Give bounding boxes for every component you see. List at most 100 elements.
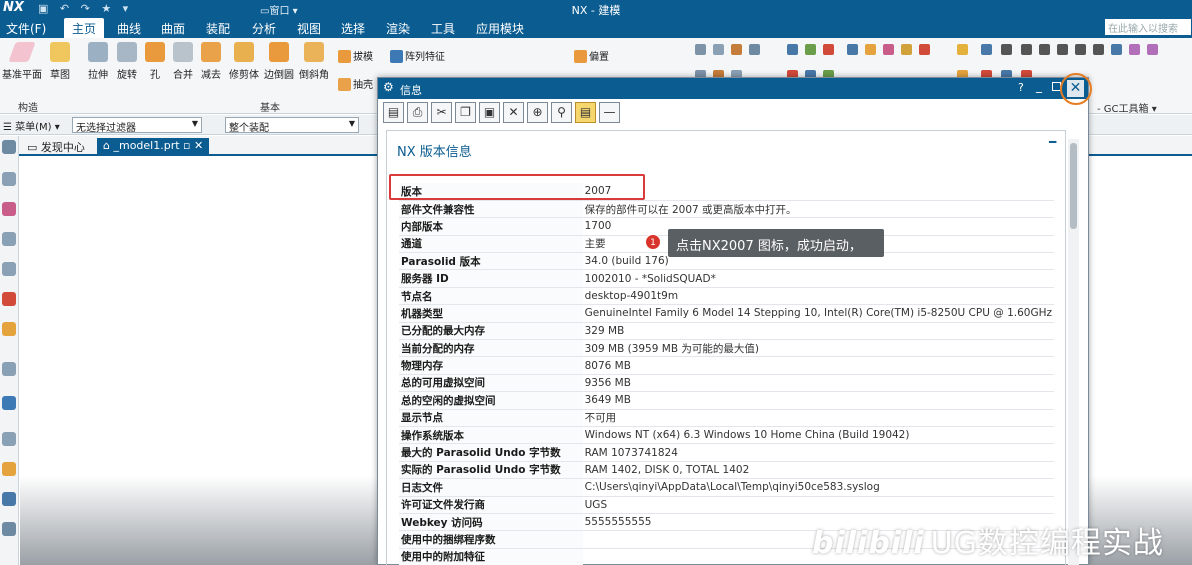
find-icon[interactable]: ⊕ <box>527 102 548 123</box>
web-browser-icon[interactable] <box>2 362 16 376</box>
extrude-label: 拉伸 <box>88 70 108 81</box>
constraint-navigator-icon[interactable] <box>2 232 16 246</box>
info-row: 总的空闲的虚拟空间 3649 MB <box>399 391 1054 410</box>
info-value: 1002010 - *SolidSQUAD* <box>582 269 1054 288</box>
roles-icon[interactable] <box>2 522 16 536</box>
part-navigator-icon[interactable] <box>2 172 16 186</box>
title-bar: NX ▣ ↶ ↷ ★ ▾ ▭窗口 ▾ NX - 建模 <box>0 0 1192 17</box>
tab-surface[interactable]: 曲面 <box>161 20 185 37</box>
info-key: 当前分配的内存 <box>399 339 583 358</box>
delete-icon[interactable]: ✕ <box>503 102 524 123</box>
file-menu[interactable]: 文件(F) <box>6 20 46 37</box>
assembly-navigator-icon[interactable] <box>2 202 16 216</box>
menu-button[interactable]: ☰ 菜单(M) ▾ <box>3 118 60 133</box>
globe-icon[interactable] <box>2 396 16 410</box>
part-icon[interactable] <box>2 262 16 276</box>
dialog-title-bar[interactable]: ⚙ 信息 ? _ ✕ <box>378 78 1088 99</box>
tab-model1-part[interactable]: ⌂ _model1.prt ▫ ✕ <box>97 138 210 155</box>
chamfer-button[interactable]: 倒斜角 <box>298 42 330 81</box>
info-key: 节点名 <box>399 287 583 306</box>
help-button[interactable]: ? <box>1018 81 1024 94</box>
info-key: 显示节点 <box>399 409 583 427</box>
tab-view[interactable]: 视图 <box>297 20 321 37</box>
gear-icon: ⚙ <box>383 80 394 94</box>
trim-body-button[interactable]: 修剪体 <box>228 42 260 81</box>
info-key: 物理内存 <box>399 356 583 375</box>
datum-plane-label: 基准平面 <box>2 70 42 81</box>
info-row: 总的可用虚拟空间 9356 MB <box>399 374 1054 393</box>
tab-render[interactable]: 渲染 <box>386 20 410 37</box>
info-value: 不可用 <box>582 409 1054 427</box>
draft-button[interactable]: 拔模 <box>338 48 373 63</box>
collapse-section-icon[interactable]: ━ <box>1049 135 1056 149</box>
system-materials-icon[interactable] <box>2 462 16 476</box>
close-icon[interactable]: ✕ <box>194 139 203 152</box>
document-icon[interactable]: ▤ <box>575 102 596 123</box>
save-icon[interactable]: ▤ <box>383 102 404 123</box>
paste-icon[interactable]: ▣ <box>479 102 500 123</box>
tab-select[interactable]: 选择 <box>341 20 365 37</box>
info-key: 通道 <box>399 235 583 254</box>
group-construct: 构造 <box>18 103 38 114</box>
hole-icon <box>145 42 165 62</box>
info-row: 最大的 Parasolid Undo 字节数 RAM 1073741824 <box>399 443 1054 462</box>
watermark-text: UG数控编程实战 <box>930 526 1164 561</box>
sketch-label: 草图 <box>50 70 70 81</box>
draft-icon <box>338 50 351 63</box>
print-icon[interactable]: ⎙ <box>407 102 428 123</box>
chamfer-icon <box>304 42 324 62</box>
hd3d-icon[interactable] <box>2 322 16 336</box>
info-value: C:\Users\qinyi\AppData\Local\Temp\qinyi5… <box>582 478 1054 497</box>
copy-icon[interactable]: ❐ <box>455 102 476 123</box>
pattern-feature-button[interactable]: 阵列特征 <box>390 48 445 63</box>
extrude-button[interactable]: 拉伸 <box>82 42 114 81</box>
tab-assembly[interactable]: 装配 <box>206 20 230 37</box>
extrude-icon <box>88 42 108 62</box>
search-input[interactable]: 在此输入以搜索 <box>1105 19 1191 35</box>
subtract-button[interactable]: 减去 <box>195 42 227 81</box>
info-value: desktop-4901t9m <box>582 287 1054 306</box>
info-key: 使用中的附加特征 <box>399 548 583 565</box>
collapse-icon[interactable]: — <box>599 102 620 123</box>
type-filter-select[interactable]: 无选择过滤器 ▼ <box>72 117 202 134</box>
dialog-scrollbar[interactable] <box>1068 139 1079 565</box>
offset-button[interactable]: 偏置 <box>574 48 609 63</box>
minimize-button[interactable]: _ <box>1036 79 1042 93</box>
information-dialog: ⚙ 信息 ? _ ✕ ▤ ⎙ ✂ ❐ ▣ ✕ ⊕ ⚲ ▤ — NX 版本信息 ━… <box>377 77 1089 565</box>
offset-icon <box>574 50 587 63</box>
binoculars-icon[interactable]: ⚲ <box>551 102 572 123</box>
edge-blend-button[interactable]: 边倒圆 <box>263 42 295 81</box>
process-studio-icon[interactable] <box>2 492 16 506</box>
scope-select[interactable]: 整个装配 ▼ <box>225 117 359 134</box>
info-row: 物理内存 8076 MB <box>399 356 1054 375</box>
trim-body-icon <box>234 42 254 62</box>
subtract-label: 减去 <box>201 70 221 81</box>
reuse-library-icon[interactable] <box>2 292 16 306</box>
tab-analysis[interactable]: 分析 <box>252 20 276 37</box>
tab-applications[interactable]: 应用模块 <box>476 20 524 37</box>
sketch-button[interactable]: 草图 <box>44 42 76 81</box>
cut-icon[interactable]: ✂ <box>431 102 452 123</box>
hole-label: 孔 <box>150 70 160 81</box>
tab-curve[interactable]: 曲线 <box>117 20 141 37</box>
tab-discovery-center[interactable]: ▭ 发现中心 <box>21 138 91 155</box>
tab-home[interactable]: 主页 <box>64 18 105 39</box>
info-key: 使用中的捆绑程序数 <box>399 530 583 549</box>
info-value: GenuineIntel Family 6 Model 14 Stepping … <box>582 304 1054 323</box>
unite-icon <box>173 42 193 62</box>
shell-button[interactable]: 抽壳 <box>338 76 373 91</box>
tab-tools[interactable]: 工具 <box>431 20 455 37</box>
info-row: 日志文件 C:\Users\qinyi\AppData\Local\Temp\qi… <box>399 478 1054 497</box>
info-value: RAM 1402, DISK 0, TOTAL 1402 <box>582 461 1054 480</box>
history-icon[interactable] <box>2 432 16 446</box>
info-value: RAM 1073741824 <box>582 443 1054 462</box>
info-row: 实际的 Parasolid Undo 字节数 RAM 1402, DISK 0, … <box>399 461 1054 480</box>
info-value: 保存的部件可以在 2007 或更高版本中打开。 <box>582 200 1054 219</box>
info-key: 总的可用虚拟空间 <box>399 374 583 393</box>
section-title: NX 版本信息 <box>397 145 472 160</box>
revolve-label: 旋转 <box>117 70 137 81</box>
scrollbar-thumb[interactable] <box>1070 143 1077 229</box>
datum-plane-button[interactable]: 基准平面 <box>2 42 42 81</box>
info-key: Webkey 访问码 <box>399 513 583 532</box>
navigator-icon[interactable] <box>2 140 16 154</box>
